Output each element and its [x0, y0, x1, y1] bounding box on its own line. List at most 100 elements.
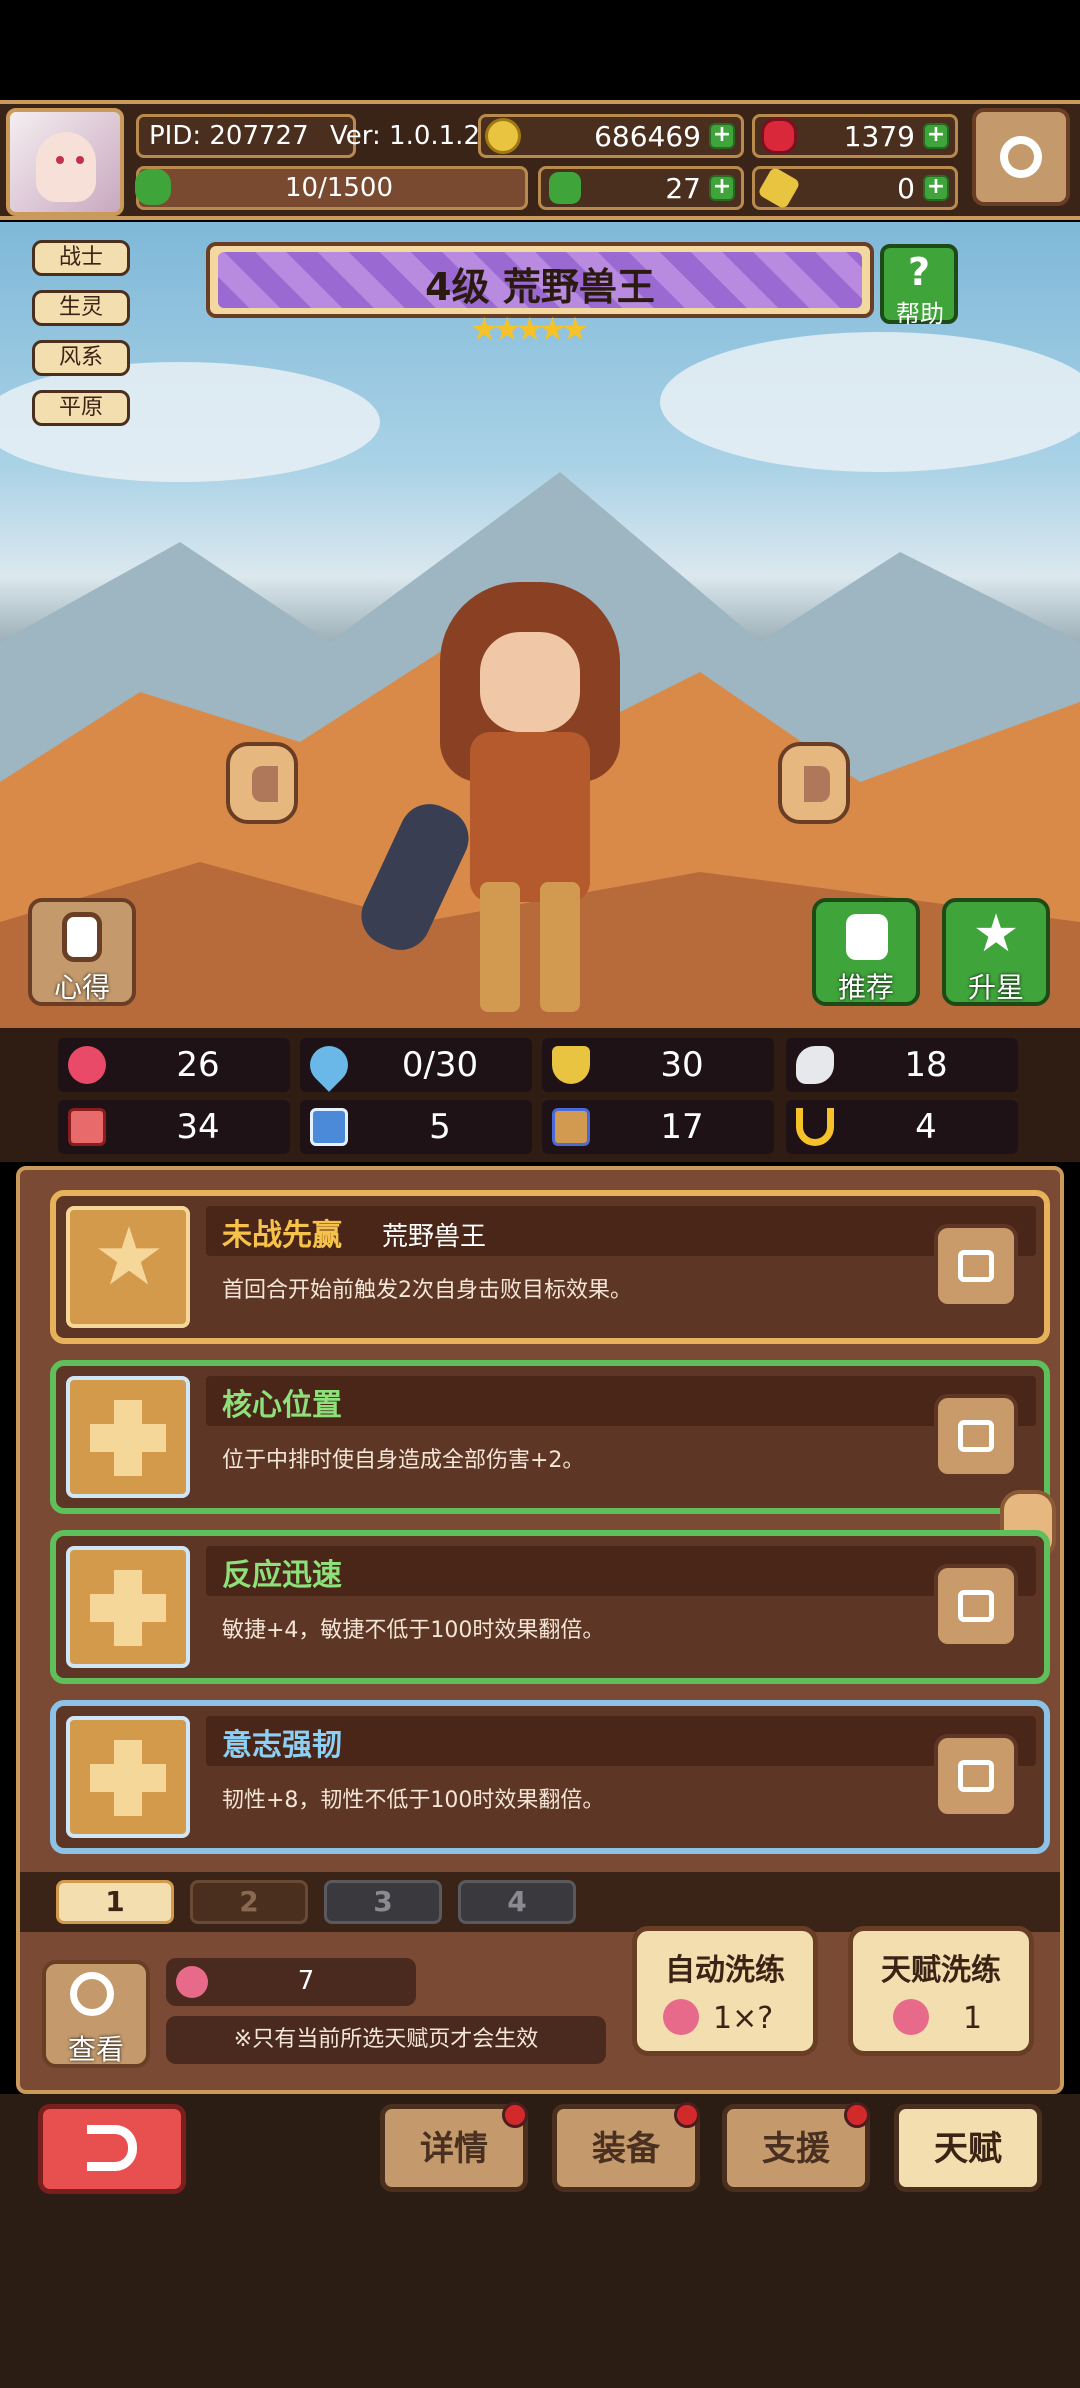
talent-card-1[interactable]: ★ 未战先赢 荒野兽王 首回合开始前触发2次自身击败目标效果。	[50, 1190, 1050, 1344]
talent-name: 核心位置	[222, 1388, 342, 1423]
bottom-nav: 详情 装备 支援 天赋	[0, 2094, 1080, 2388]
settings-button[interactable]	[972, 108, 1070, 206]
auto-refine-cost: 1×?	[713, 2001, 774, 2036]
insight-label: 心得	[53, 971, 110, 1004]
stat-attack: 34	[58, 1100, 290, 1154]
class-tag: 战士	[32, 240, 130, 276]
hero-scene: 战士 生灵 风系 平原 4级 荒野兽王 ★★★★★ ? 帮助 心得 推荐 ★ 升…	[0, 222, 1080, 1028]
page-tab-3[interactable]: 3	[324, 1880, 442, 1924]
unlock-button[interactable]	[934, 1734, 1018, 1818]
version-label: Ver: 1.0.1.2	[330, 121, 480, 151]
fruit-icon	[663, 1999, 699, 2035]
talent-card-3[interactable]: 反应迅速 敏捷+4，敏捷不低于100时效果翻倍。	[50, 1530, 1050, 1684]
talent-refine-label: 天赋洗练	[881, 1953, 1001, 1988]
talent-panel: ★ 未战先赢 荒野兽王 首回合开始前触发2次自身击败目标效果。 核心位置 位于中…	[16, 1166, 1064, 2094]
back-button[interactable]	[38, 2104, 186, 2194]
thumbs-up-icon	[846, 914, 888, 960]
equip-notification-dot	[674, 2102, 700, 2128]
star-rating: ★★★★★	[470, 310, 589, 348]
next-hero-button[interactable]	[778, 742, 850, 824]
wing-icon	[796, 1046, 834, 1084]
auto-refine-label: 自动洗练	[665, 1953, 785, 1988]
star-icon: ★	[972, 904, 1020, 964]
lock-icon	[958, 1250, 994, 1282]
chevron-left-icon	[252, 766, 278, 802]
add-gold-button[interactable]: +	[709, 123, 735, 149]
talent-desc: 敏捷+4，敏捷不低于100时效果翻倍。	[222, 1618, 605, 1643]
fruit-icon	[893, 1999, 929, 2035]
help-label: 帮助	[896, 300, 944, 328]
stat-mana: 0/30	[300, 1038, 532, 1092]
race-tag: 生灵	[32, 290, 130, 326]
fruit-icon	[176, 1966, 208, 1998]
star-upgrade-button[interactable]: ★ 升星	[942, 898, 1050, 1006]
help-button[interactable]: ? 帮助	[880, 244, 958, 328]
view-button[interactable]: 查看	[42, 1960, 150, 2068]
fruit-counter: 7	[166, 1958, 416, 2006]
gear-icon	[1000, 136, 1042, 178]
chevron-right-icon	[804, 766, 830, 802]
talent-name: 未战先赢	[222, 1218, 342, 1253]
talent-desc: 首回合开始前触发2次自身击败目标效果。	[222, 1278, 632, 1303]
unlock-button[interactable]	[934, 1564, 1018, 1648]
talent-source: 荒野兽王	[382, 1222, 487, 1252]
clover-icon	[135, 169, 171, 205]
page-tab-4[interactable]: 4	[458, 1880, 576, 1924]
clover-amount: 27	[665, 171, 701, 205]
stat-speed: 17	[542, 1100, 774, 1154]
previous-hero-button[interactable]	[226, 742, 298, 824]
talent-star-icon: ★	[66, 1206, 190, 1328]
add-gem-button[interactable]: +	[923, 123, 949, 149]
stat-magic: 5	[300, 1100, 532, 1154]
auto-refine-button[interactable]: 自动洗练 1×?	[632, 1926, 818, 2056]
lock-icon	[958, 1590, 994, 1622]
stat-luck: 4	[786, 1100, 1018, 1154]
pid-label: PID: 207727	[136, 114, 356, 158]
insight-button[interactable]: 心得	[28, 898, 136, 1006]
add-key-button[interactable]: +	[923, 175, 949, 201]
talent-desc: 韧性+8，韧性不低于100时效果翻倍。	[222, 1788, 605, 1813]
hero-title-banner: 4级 荒野兽王	[206, 242, 874, 318]
talent-desc: 位于中排时使自身造成全部伤害+2。	[222, 1448, 585, 1473]
gem-amount: 1379	[843, 119, 915, 153]
player-avatar[interactable]	[6, 108, 124, 216]
talent-card-2[interactable]: 核心位置 位于中排时使自身造成全部伤害+2。	[50, 1360, 1050, 1514]
stamina-value: 10/1500	[284, 173, 393, 203]
gold-coin-icon	[485, 118, 521, 154]
page-tab-2[interactable]: 2	[190, 1880, 308, 1924]
shield-icon	[552, 1046, 590, 1084]
support-notification-dot	[844, 2102, 870, 2128]
gold-amount: 686469	[594, 119, 701, 153]
boot-icon	[552, 1108, 590, 1146]
unlock-button[interactable]	[934, 1394, 1018, 1478]
recommend-button[interactable]: 推荐	[812, 898, 920, 1006]
talent-refine-button[interactable]: 天赋洗练 1	[848, 1926, 1034, 2056]
view-label: 查看	[67, 2033, 124, 2066]
element-tag: 风系	[32, 340, 130, 376]
talent-name: 意志强韧	[222, 1728, 342, 1763]
detail-notification-dot	[502, 2102, 528, 2128]
refine-note: ※只有当前所选天赋页才会生效	[166, 2016, 606, 2064]
talent-card-4[interactable]: 意志强韧 韧性+8，韧性不低于100时效果翻倍。	[50, 1700, 1050, 1854]
four-leaf-icon	[549, 172, 581, 204]
unlock-button[interactable]	[934, 1224, 1018, 1308]
ruby-icon	[761, 118, 797, 154]
add-clover-button[interactable]: +	[709, 175, 735, 201]
lock-icon	[958, 1760, 994, 1792]
magnifier-icon	[70, 1972, 114, 2016]
talent-cross-icon	[66, 1546, 190, 1668]
recommend-label: 推荐	[837, 971, 894, 1004]
hero-title: 4级 荒野兽王	[425, 265, 655, 309]
top-bar: PID: 207727 Ver: 1.0.1.2 686469 + 1379 +…	[0, 100, 1080, 220]
book-icon	[310, 1108, 348, 1146]
nav-talent-button[interactable]: 天赋	[894, 2104, 1042, 2192]
page-tab-1[interactable]: 1	[56, 1880, 174, 1924]
return-arrow-icon	[87, 2125, 137, 2171]
upgrade-label: 升星	[967, 971, 1024, 1004]
fist-icon	[68, 1108, 106, 1146]
stat-agility: 18	[786, 1038, 1018, 1092]
hero-bust-icon	[62, 912, 102, 962]
talent-refine-cost: 1	[963, 2001, 983, 2036]
stat-shield: 30	[542, 1038, 774, 1092]
stat-hp: 26	[58, 1038, 290, 1092]
